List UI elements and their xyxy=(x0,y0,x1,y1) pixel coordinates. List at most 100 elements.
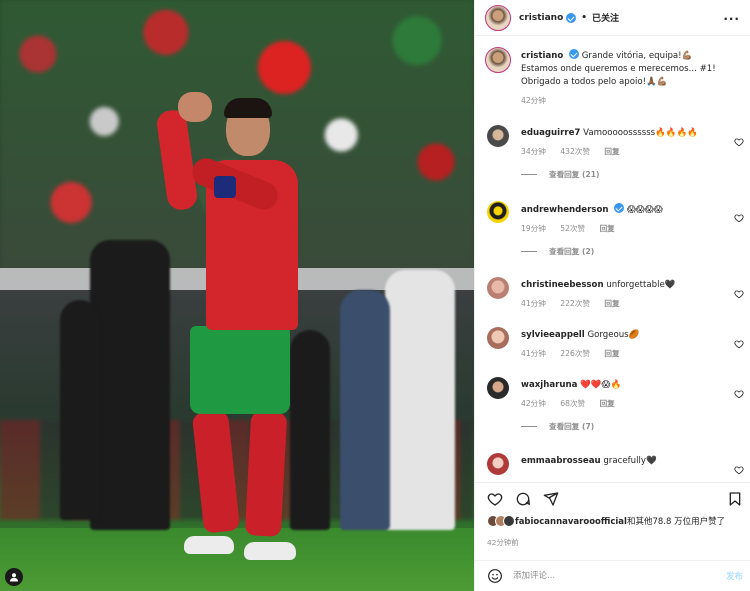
comment-time[interactable]: 42分钟 xyxy=(521,399,546,408)
verified-badge-icon xyxy=(566,12,577,23)
comment-username[interactable]: sylvieeappell xyxy=(521,330,585,340)
author-username[interactable]: cristiano xyxy=(519,13,563,23)
view-replies-button[interactable]: 查看回复 (7) xyxy=(521,421,727,432)
reply-button[interactable]: 回复 xyxy=(604,147,619,156)
post-header: cristiano • 已关注 ··· xyxy=(475,0,750,36)
add-comment-bar: 发布 xyxy=(475,560,750,591)
commenter-avatar[interactable] xyxy=(487,327,509,349)
heart-icon[interactable] xyxy=(734,389,744,399)
player-shorts xyxy=(190,326,290,414)
user-tag-icon[interactable] xyxy=(5,568,23,586)
comment-username[interactable]: waxjharuna xyxy=(521,380,577,390)
reply-button[interactable]: 回复 xyxy=(600,224,615,233)
add-comment-input[interactable] xyxy=(513,571,703,581)
view-replies-label: 查看回复 (7) xyxy=(549,422,595,431)
heart-icon[interactable] xyxy=(734,213,744,223)
more-options-icon[interactable]: ··· xyxy=(723,12,740,26)
comment-time[interactable]: 41分钟 xyxy=(521,299,546,308)
commenter-avatar[interactable] xyxy=(487,277,509,299)
post-comment-button[interactable]: 发布 xyxy=(726,570,743,582)
captain-armband xyxy=(214,176,236,198)
divider-line xyxy=(521,251,537,252)
comment-likes[interactable]: 222次赞 xyxy=(560,299,590,308)
send-icon[interactable] xyxy=(543,491,559,507)
commenter-avatar[interactable] xyxy=(487,125,509,147)
player-boot xyxy=(244,542,296,560)
player-leg xyxy=(244,411,288,537)
liker-avatars xyxy=(487,515,515,527)
heart-icon[interactable] xyxy=(487,491,503,507)
comment-item: waxjharuna ❤️❤️😱🔥 42分钟 68次赞 回复 查看回复 (7) xyxy=(475,365,750,441)
comment-text: unforgettable🖤 xyxy=(606,280,676,290)
comment-item: andrewhenderson 😱😱😱😱 19分钟 52次赞 回复 查看回复 (… xyxy=(475,189,750,265)
comment-username[interactable]: emmaabrosseau xyxy=(521,456,601,466)
comment-username[interactable]: andrewhenderson xyxy=(521,205,609,215)
commenter-avatar[interactable] xyxy=(487,377,509,399)
comment-text-block: waxjharuna ❤️❤️😱🔥 xyxy=(521,379,727,392)
reply-button[interactable]: 回复 xyxy=(604,349,619,358)
heart-icon[interactable] xyxy=(734,465,744,475)
background-person xyxy=(60,300,100,520)
caption-time[interactable]: 42分钟 xyxy=(521,96,546,105)
comment-username[interactable]: eduaguirre7 xyxy=(521,128,580,138)
comment-text-block: eduaguirre7 Vamooooossssss🔥🔥🔥🔥 xyxy=(521,127,727,140)
comment-meta: 41分钟 226次赞 回复 xyxy=(521,348,727,359)
following-button[interactable]: 已关注 xyxy=(592,11,619,24)
caption-text-block: cristiano Grande vitória, equipa!💪🏽 Esta… xyxy=(521,49,727,89)
comment-text: 😱😱😱😱 xyxy=(626,205,663,215)
comment-meta: 42分钟 68次赞 回复 xyxy=(521,398,727,409)
comments-list[interactable]: cristiano Grande vitória, equipa!💪🏽 Esta… xyxy=(475,37,750,480)
comment-likes[interactable]: 226次赞 xyxy=(560,349,590,358)
commenter-avatar[interactable] xyxy=(487,453,509,475)
background-person xyxy=(340,290,390,530)
comment-text: ❤️❤️😱🔥 xyxy=(580,380,622,390)
comment-item: christineebesson unforgettable🖤 41分钟 222… xyxy=(475,265,750,315)
liker-username[interactable]: fabiocannavarooofficial xyxy=(515,517,627,527)
comment-time[interactable]: 41分钟 xyxy=(521,349,546,358)
player-boot xyxy=(184,536,234,554)
comment-text-block: emmaabrosseau gracefully🖤 xyxy=(521,455,727,468)
posted-time[interactable]: 42分钟前 xyxy=(487,537,519,548)
view-replies-button[interactable]: 查看回复 (2) xyxy=(521,246,727,257)
background-person xyxy=(385,270,455,530)
author-avatar[interactable] xyxy=(485,4,511,31)
likes-text: fabiocannavarooofficial和其他78.8 万位用户赞了 xyxy=(515,515,725,527)
heart-icon[interactable] xyxy=(734,137,744,147)
comment-likes[interactable]: 52次赞 xyxy=(560,224,585,233)
reply-button[interactable]: 回复 xyxy=(600,399,615,408)
view-replies-button[interactable]: 查看回复 (21) xyxy=(521,169,727,180)
player-figure xyxy=(155,90,300,570)
comment-text: Gorgeous🏉 xyxy=(587,330,640,340)
player-arm xyxy=(155,108,199,212)
caption-username[interactable]: cristiano xyxy=(521,51,563,61)
heart-icon[interactable] xyxy=(734,339,744,349)
comment-likes[interactable]: 432次赞 xyxy=(560,147,590,156)
comment-time[interactable]: 34分钟 xyxy=(521,147,546,156)
verified-badge-icon xyxy=(614,203,625,213)
commenter-avatar[interactable] xyxy=(487,201,509,223)
comment-item: eduaguirre7 Vamooooossssss🔥🔥🔥🔥 34分钟 432次… xyxy=(475,123,750,189)
comment-meta: 34分钟 432次赞 回复 xyxy=(521,146,727,157)
comment-text-block: christineebesson unforgettable🖤 xyxy=(521,279,727,292)
comment-likes[interactable]: 68次赞 xyxy=(560,399,585,408)
caption-avatar[interactable] xyxy=(485,47,511,73)
avatar xyxy=(503,515,515,527)
post-caption: cristiano Grande vitória, equipa!💪🏽 Esta… xyxy=(475,37,750,123)
bookmark-icon[interactable] xyxy=(727,491,743,507)
heart-icon[interactable] xyxy=(734,289,744,299)
comment-item: sylvieeappell Gorgeous🏉 41分钟 226次赞 回复 xyxy=(475,315,750,365)
comment-username[interactable]: christineebesson xyxy=(521,280,604,290)
likes-summary[interactable]: fabiocannavarooofficial和其他78.8 万位用户赞了 xyxy=(487,515,725,527)
reply-button[interactable]: 回复 xyxy=(604,299,619,308)
comment-icon[interactable] xyxy=(515,491,531,507)
post-side-panel: cristiano • 已关注 ··· cristiano Grande vit… xyxy=(474,0,750,591)
likes-suffix: 和其他78.8 万位用户赞了 xyxy=(626,517,726,527)
divider-line xyxy=(521,426,537,427)
comment-time[interactable]: 19分钟 xyxy=(521,224,546,233)
player-hair xyxy=(224,98,272,118)
view-replies-label: 查看回复 (2) xyxy=(549,247,595,256)
post-photo[interactable] xyxy=(0,0,474,591)
view-replies-label: 查看回复 (21) xyxy=(549,170,600,179)
emoji-icon[interactable] xyxy=(487,568,503,584)
comment-text: Vamooooossssss🔥🔥🔥🔥 xyxy=(583,128,698,138)
